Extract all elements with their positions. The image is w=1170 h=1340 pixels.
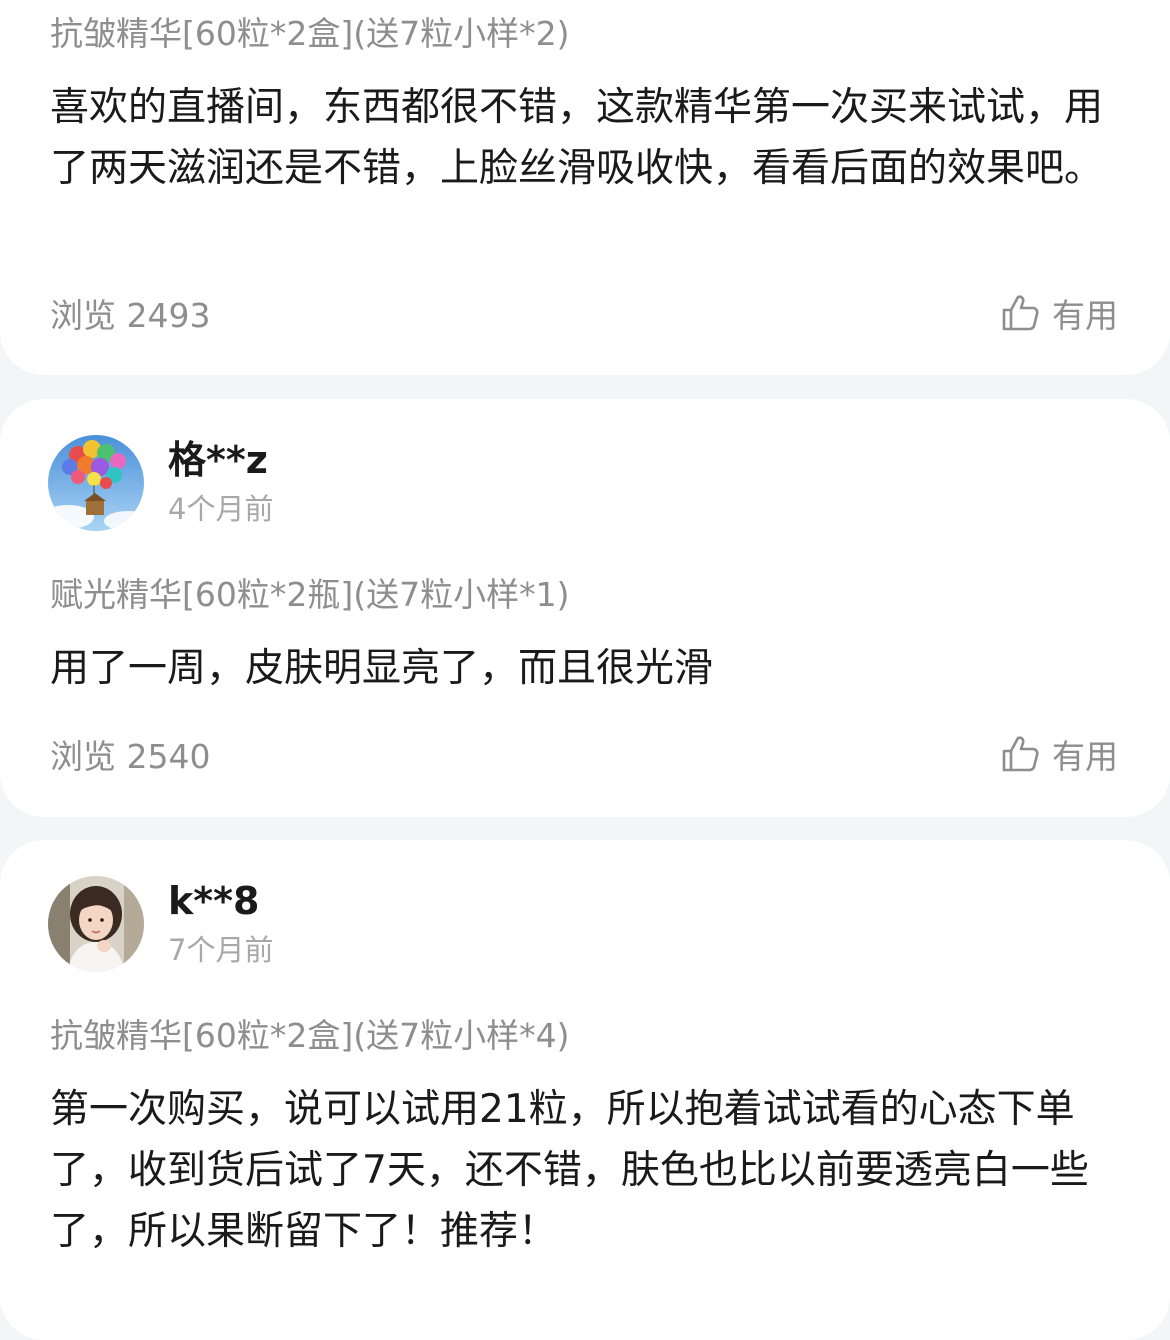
review-sku: 赋光精华[60粒*2瓶](送7粒小样*1) bbox=[50, 575, 570, 614]
review-footer: 浏览 2493 有用 bbox=[50, 288, 1118, 338]
review-footer: 浏览 2540 有用 bbox=[50, 729, 1118, 779]
review-header: 格**z 4个月前 bbox=[48, 435, 273, 531]
user-meta: 格**z 4个月前 bbox=[168, 437, 273, 529]
review-sku: 抗皱精华[60粒*2盒](送7粒小样*2) bbox=[50, 14, 570, 53]
view-count: 浏览 2493 bbox=[50, 296, 211, 335]
username[interactable]: k**8 bbox=[168, 878, 273, 924]
avatar[interactable] bbox=[48, 435, 144, 531]
review-content: 第一次购买，说可以试用21粒，所以抱着试试看的心态下单了，收到货后试了7天，还不… bbox=[50, 1087, 1089, 1254]
thumbs-up-icon bbox=[1002, 295, 1039, 331]
useful-button[interactable]: 有用 bbox=[1000, 730, 1118, 778]
avatar-balloons-image bbox=[48, 435, 144, 531]
useful-label: 有用 bbox=[1052, 296, 1118, 335]
review-time: 7个月前 bbox=[168, 933, 274, 967]
useful-label: 有用 bbox=[1052, 737, 1118, 776]
review-time: 4个月前 bbox=[168, 492, 274, 526]
user-meta: k**8 7个月前 bbox=[168, 878, 273, 970]
review-card: 抗皱精华[60粒*2盒](送7粒小样*2) 喜欢的直播间，东西都很不错，这款精华… bbox=[0, 0, 1170, 375]
username[interactable]: 格**z bbox=[168, 437, 273, 483]
useful-button[interactable]: 有用 bbox=[1000, 289, 1118, 337]
review-content: 用了一周，皮肤明显亮了，而且很光滑 bbox=[50, 646, 714, 691]
avatar[interactable] bbox=[48, 876, 144, 972]
review-card: k**8 7个月前 抗皱精华[60粒*2盒](送7粒小样*4) 第一次购买，说可… bbox=[0, 840, 1170, 1340]
review-card: 格**z 4个月前 赋光精华[60粒*2瓶](送7粒小样*1) 用了一周，皮肤明… bbox=[0, 399, 1170, 817]
view-count: 浏览 2540 bbox=[50, 737, 211, 776]
review-header: k**8 7个月前 bbox=[48, 876, 273, 972]
review-sku: 抗皱精华[60粒*2盒](送7粒小样*4) bbox=[50, 1016, 570, 1055]
review-content: 喜欢的直播间，东西都很不错，这款精华第一次买来试试，用了两天滋润还是不错，上脸丝… bbox=[50, 85, 1104, 191]
thumbs-up-icon bbox=[1002, 736, 1039, 772]
avatar-portrait-image bbox=[48, 876, 144, 972]
